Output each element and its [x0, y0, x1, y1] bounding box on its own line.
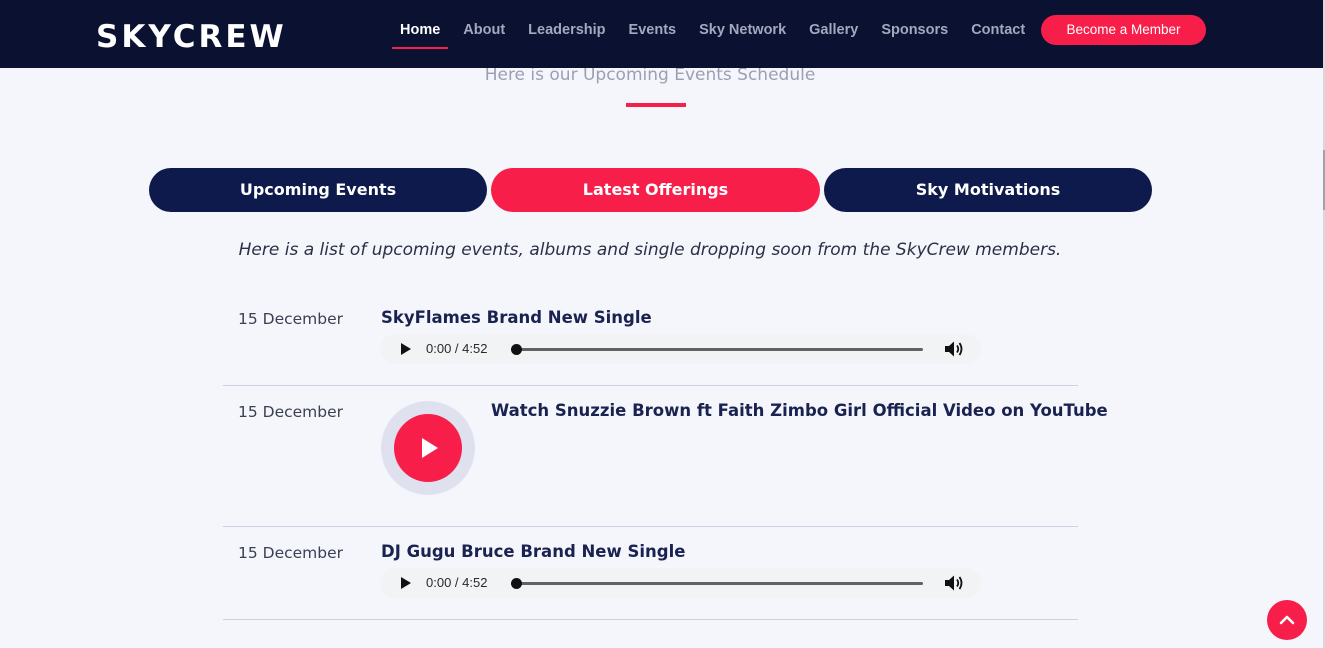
intro-text: Here is a list of upcoming events, album… [238, 240, 1062, 260]
nav-item-contact[interactable]: Contact [963, 0, 1033, 50]
list-item: 15 December SkyFlames Brand New Single 0… [223, 296, 1078, 386]
tab-latest-offerings[interactable]: Latest Offerings [491, 168, 820, 212]
audio-progress-thumb[interactable] [511, 578, 522, 589]
audio-time: 0:00 / 4:52 [426, 341, 488, 356]
audio-time: 0:00 / 4:52 [426, 575, 488, 590]
event-date: 15 December [238, 403, 344, 421]
nav-item-sky-network[interactable]: Sky Network [691, 0, 794, 50]
audio-player: 0:00 / 4:52 [380, 568, 981, 598]
play-icon[interactable] [401, 577, 411, 589]
audio-progress-thumb[interactable] [511, 344, 522, 355]
event-title: DJ Gugu Bruce Brand New Single [381, 542, 686, 561]
nav-item-sponsors[interactable]: Sponsors [873, 0, 956, 50]
heading-underline [626, 103, 686, 107]
audio-progress-bar[interactable] [511, 344, 923, 355]
tab-upcoming-events[interactable]: Upcoming Events [149, 168, 487, 212]
site-logo[interactable]: SKYCREW [96, 18, 287, 56]
navbar: SKYCREW Home About Leadership Events Sky… [0, 0, 1323, 68]
audio-progress-bar[interactable] [511, 578, 923, 589]
nav-item-about[interactable]: About [455, 0, 513, 50]
chevron-up-icon [1279, 615, 1295, 625]
audio-player: 0:00 / 4:52 [380, 334, 981, 364]
scroll-to-top-button[interactable] [1267, 600, 1307, 640]
list-item: 15 December Watch Snuzzie Brown ft Faith… [223, 386, 1108, 527]
event-title: SkyFlames Brand New Single [381, 308, 652, 327]
tab-sky-motivations[interactable]: Sky Motivations [824, 168, 1152, 212]
become-member-button[interactable]: Become a Member [1041, 15, 1206, 45]
event-date: 15 December [238, 544, 344, 562]
video-play-button[interactable] [381, 401, 475, 495]
nav-item-leadership[interactable]: Leadership [520, 0, 613, 50]
nav-item-home[interactable]: Home [392, 0, 449, 50]
list-item: 15 December DJ Gugu Bruce Brand New Sing… [223, 527, 1078, 620]
volume-icon[interactable] [944, 340, 964, 358]
event-title[interactable]: Watch Snuzzie Brown ft Faith Zimbo Girl … [491, 401, 1108, 420]
event-date: 15 December [238, 310, 344, 328]
video-play-icon[interactable] [394, 414, 462, 482]
nav-item-gallery[interactable]: Gallery [801, 0, 866, 50]
play-icon[interactable] [401, 343, 411, 355]
volume-icon[interactable] [944, 574, 964, 592]
main-nav: Home About Leadership Events Sky Network… [392, 0, 1040, 68]
nav-item-events[interactable]: Events [621, 0, 685, 50]
